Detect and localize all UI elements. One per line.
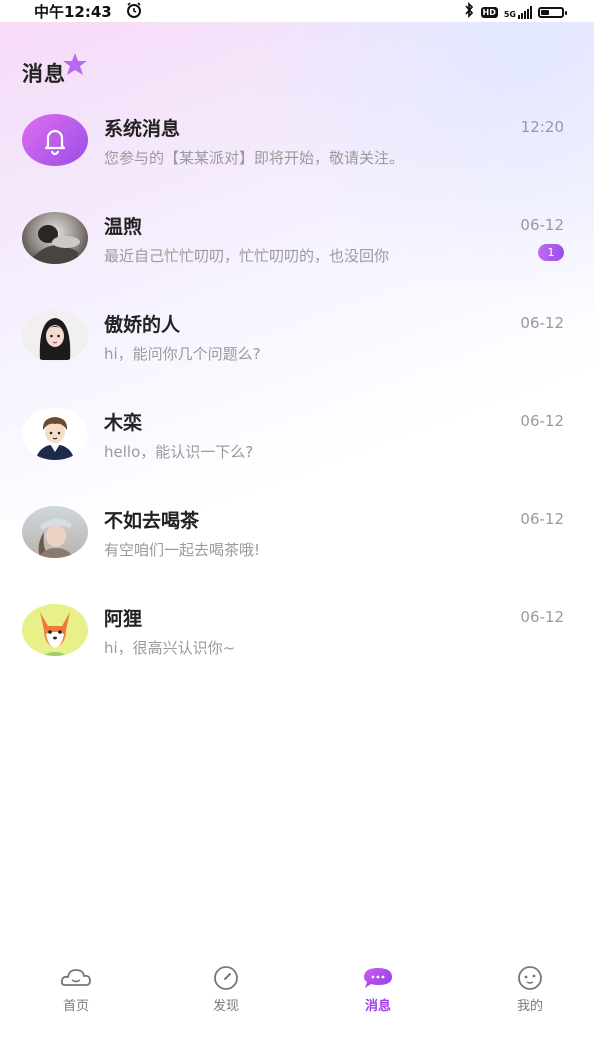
tab-label: 消息	[364, 999, 391, 1014]
user-avatar	[22, 408, 88, 460]
user-avatar	[22, 212, 88, 264]
conversation-item[interactable]: 不如去喝茶 06-12 有空咱们一起去喝茶哦!	[0, 488, 594, 586]
signal-icon: 5G	[503, 5, 532, 19]
conversation-item[interactable]: 阿狸 06-12 hi，很高兴认识你~	[0, 586, 594, 684]
tab-discover[interactable]: 发现	[186, 965, 266, 1014]
home-cloud-icon	[60, 969, 91, 986]
page-header: 消息	[22, 53, 87, 88]
system-notification-avatar	[22, 114, 88, 166]
bottom-tab-bar: 首页 发现 消息 我的	[0, 955, 594, 1059]
conversation-name: 系统消息	[104, 118, 181, 140]
user-avatar	[22, 310, 88, 362]
battery-icon	[538, 6, 567, 18]
compass-icon	[214, 966, 238, 990]
conversation-name: 傲娇的人	[104, 314, 181, 336]
tab-messages[interactable]: 消息	[338, 965, 418, 1014]
alarm-icon	[125, 1, 143, 23]
profile-face-icon	[518, 966, 542, 990]
conversation-preview: hi，很高兴认识你~	[104, 639, 236, 657]
tab-mine[interactable]: 我的	[490, 965, 570, 1014]
conversation-name: 木栾	[104, 412, 143, 434]
user-avatar	[22, 506, 88, 558]
status-time: 中午12:43	[34, 3, 112, 21]
conversation-time: 06-12	[520, 314, 564, 332]
status-bar: 中午12:43 HD 5G	[0, 0, 594, 22]
conversation-time: 06-12	[520, 510, 564, 528]
unread-badge: 1	[538, 244, 564, 261]
conversation-time: 06-12	[520, 412, 564, 430]
tab-label: 首页	[62, 999, 89, 1014]
conversation-preview: hi，能问你几个问题么?	[104, 345, 261, 363]
conversation-item[interactable]: 温煦 06-12 最近自己忙忙叨叨，忙忙叨叨的，也没回你 1	[0, 194, 594, 292]
conversation-preview: 最近自己忙忙叨叨，忙忙叨叨的，也没回你	[104, 247, 390, 265]
user-avatar	[22, 604, 88, 656]
network-type: 5G	[503, 9, 516, 19]
conversation-list: 系统消息 12:20 您参与的【某某派对】即将开始，敬请关注。 温煦 06-12…	[0, 96, 594, 684]
conversation-name: 不如去喝茶	[104, 510, 200, 532]
tab-label: 发现	[212, 999, 239, 1014]
conversation-time: 12:20	[520, 118, 564, 136]
conversation-item[interactable]: 木栾 06-12 hello，能认识一下么?	[0, 390, 594, 488]
bell-icon	[44, 129, 66, 156]
conversation-preview: hello，能认识一下么?	[104, 443, 254, 461]
conversation-time: 06-12	[520, 216, 564, 234]
conversation-name: 阿狸	[104, 608, 143, 630]
tab-home[interactable]: 首页	[36, 965, 116, 1014]
conversation-item[interactable]: 傲娇的人 06-12 hi，能问你几个问题么?	[0, 292, 594, 390]
tab-label: 我的	[516, 999, 543, 1014]
star-decoration-icon	[62, 52, 88, 80]
chat-bubble-icon	[364, 968, 392, 988]
conversation-preview: 您参与的【某某派对】即将开始，敬请关注。	[104, 149, 405, 167]
conversation-time: 06-12	[520, 608, 564, 626]
hd-badge: HD	[480, 6, 498, 18]
page-title: 消息	[22, 62, 66, 86]
conversation-item-system[interactable]: 系统消息 12:20 您参与的【某某派对】即将开始，敬请关注。	[0, 96, 594, 194]
bluetooth-icon	[463, 1, 475, 22]
conversation-name: 温煦	[104, 216, 143, 238]
conversation-preview: 有空咱们一起去喝茶哦!	[104, 541, 261, 559]
